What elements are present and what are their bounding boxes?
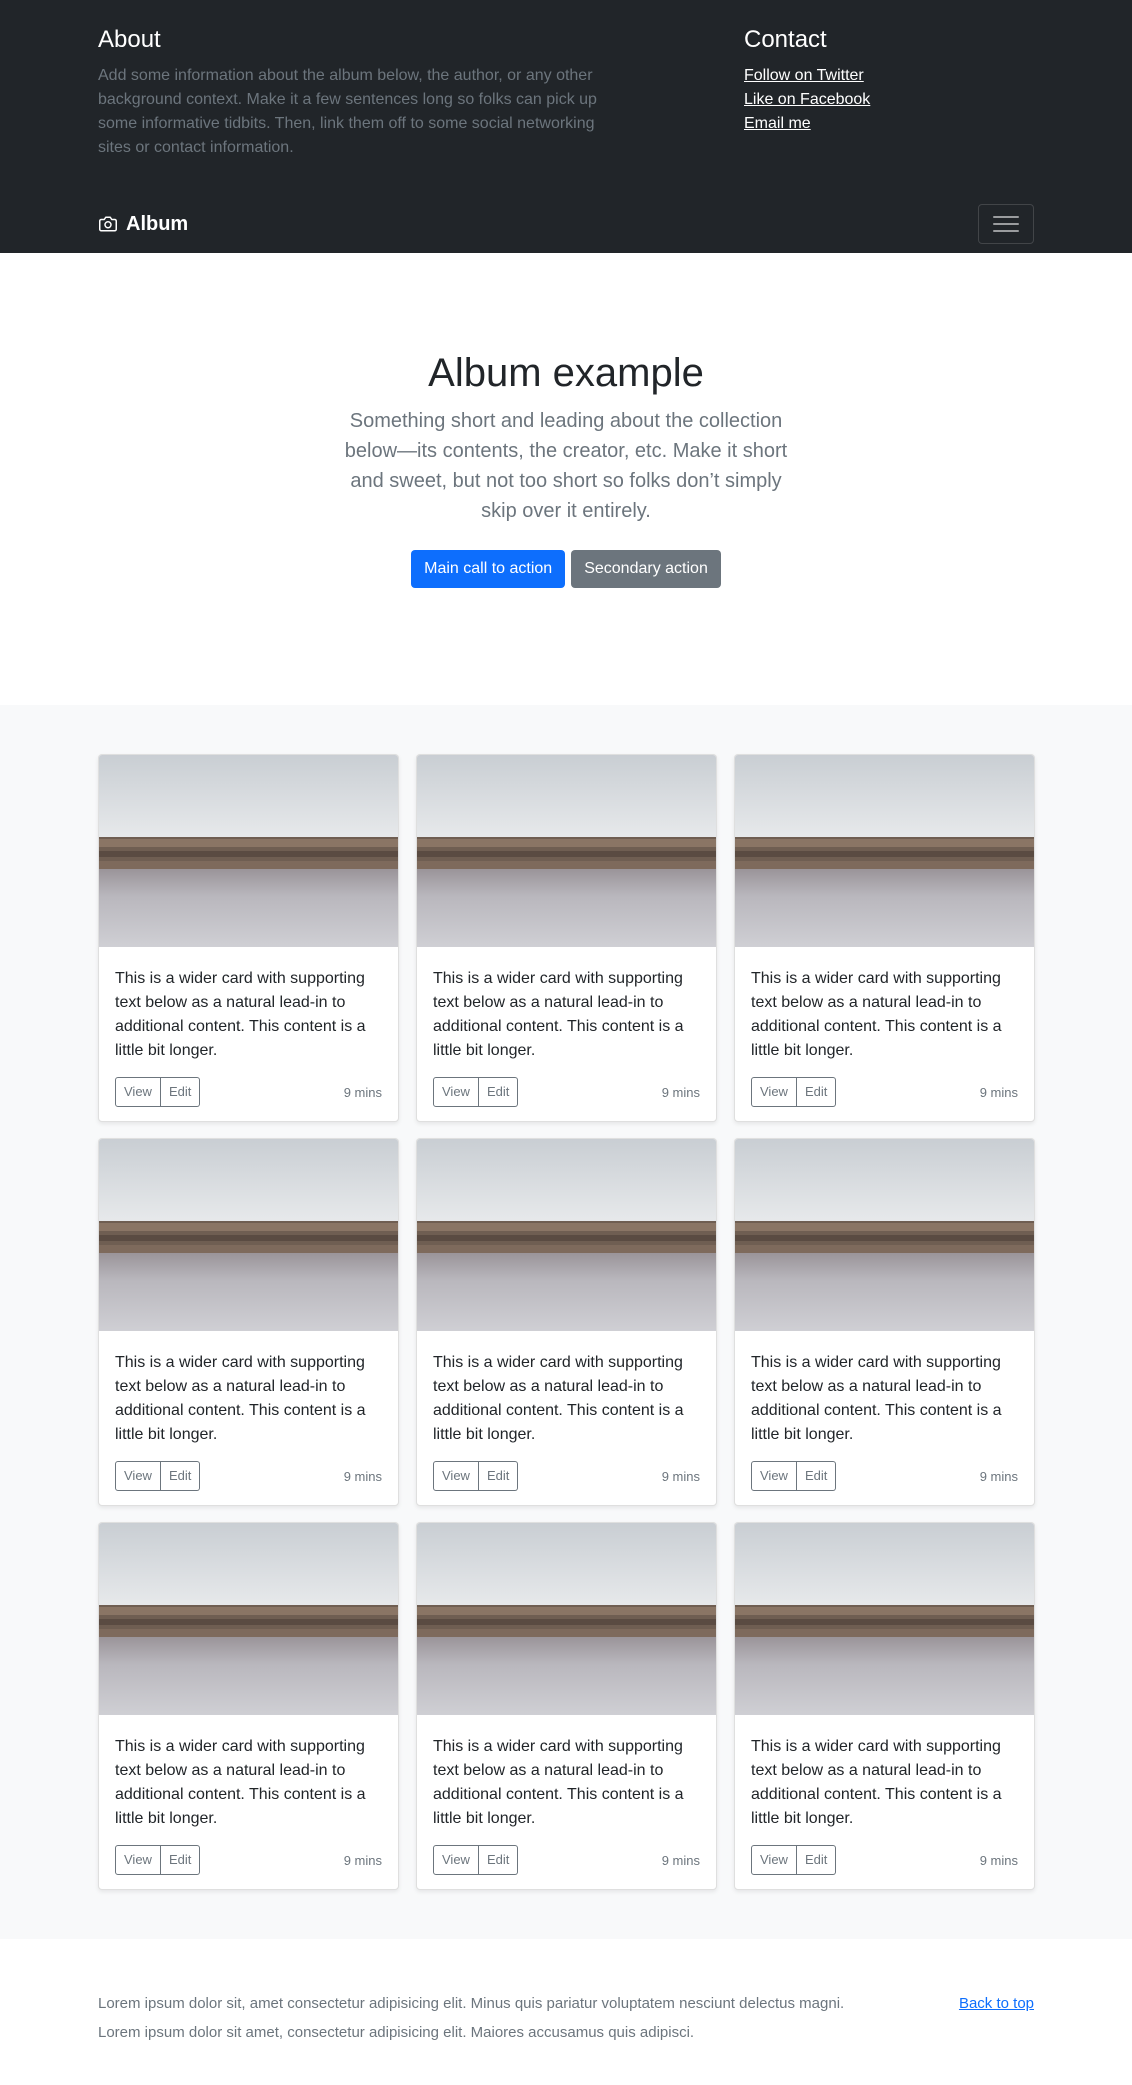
footer-text-1: Lorem ipsum dolor sit, amet consectetur … <box>98 1995 845 2012</box>
card-thumbnail <box>99 755 398 947</box>
card-thumbnail <box>735 1139 1034 1331</box>
edit-button[interactable]: Edit <box>478 1845 519 1875</box>
footer-text: Lorem ipsum dolor sit, amet consectetur … <box>98 1989 844 2047</box>
card-time: 9 mins <box>343 1468 382 1484</box>
card-thumbnail <box>417 755 716 947</box>
view-button[interactable]: View <box>751 1077 797 1107</box>
view-button[interactable]: View <box>115 1077 161 1107</box>
album-card: This is a wider card with supporting tex… <box>734 1522 1035 1890</box>
card-button-group: View Edit <box>115 1845 201 1875</box>
header-panel: About Add some information about the alb… <box>0 0 1132 195</box>
card-button-group: View Edit <box>115 1077 201 1107</box>
camera-icon <box>99 216 117 232</box>
brand-label: Album <box>126 212 189 235</box>
facebook-link[interactable]: Like on Facebook <box>744 91 870 108</box>
card-button-group: View Edit <box>751 1845 837 1875</box>
view-button[interactable]: View <box>433 1461 479 1491</box>
contact-title: Contact <box>744 26 827 53</box>
card-grid: This is a wider card with supporting tex… <box>98 754 1035 1890</box>
card-button-group: View Edit <box>433 1077 519 1107</box>
card-time: 9 mins <box>343 1084 382 1100</box>
navbar-toggler[interactable] <box>978 204 1034 244</box>
contact-links: Follow on Twitter Like on Facebook Email… <box>744 64 870 136</box>
card-time: 9 mins <box>979 1852 1018 1868</box>
edit-button[interactable]: Edit <box>160 1845 201 1875</box>
hero-section: Album example Something short and leadin… <box>0 253 1132 705</box>
album-card: This is a wider card with supporting tex… <box>98 754 399 1122</box>
hamburger-icon <box>993 216 1019 232</box>
about-text: Add some information about the album bel… <box>98 67 597 156</box>
album-card: This is a wider card with supporting tex… <box>98 1138 399 1506</box>
card-time: 9 mins <box>343 1852 382 1868</box>
view-button[interactable]: View <box>751 1845 797 1875</box>
secondary-action-button[interactable]: Secondary action <box>571 550 721 588</box>
card-time: 9 mins <box>979 1084 1018 1100</box>
edit-button[interactable]: Edit <box>796 1461 837 1491</box>
album-card: This is a wider card with supporting tex… <box>98 1522 399 1890</box>
about-section: About Add some information about the alb… <box>98 26 608 160</box>
card-button-group: View Edit <box>433 1845 519 1875</box>
card-thumbnail <box>417 1139 716 1331</box>
edit-button[interactable]: Edit <box>478 1461 519 1491</box>
contact-section: Contact Follow on Twitter Like on Facebo… <box>744 26 870 160</box>
view-button[interactable]: View <box>433 1077 479 1107</box>
edit-button[interactable]: Edit <box>160 1461 201 1491</box>
view-button[interactable]: View <box>433 1845 479 1875</box>
card-time: 9 mins <box>661 1468 700 1484</box>
card-text: This is a wider card with supporting tex… <box>433 1738 684 1827</box>
view-button[interactable]: View <box>751 1461 797 1491</box>
card-thumbnail <box>417 1523 716 1715</box>
card-button-group: View Edit <box>433 1461 519 1491</box>
card-text: This is a wider card with supporting tex… <box>115 970 366 1059</box>
album-card: This is a wider card with supporting tex… <box>734 1138 1035 1506</box>
card-time: 9 mins <box>979 1468 1018 1484</box>
twitter-link[interactable]: Follow on Twitter <box>744 67 864 84</box>
card-button-group: View Edit <box>115 1461 201 1491</box>
album-card: This is a wider card with supporting tex… <box>416 754 717 1122</box>
album-card: This is a wider card with supporting tex… <box>416 1522 717 1890</box>
album-section: This is a wider card with supporting tex… <box>0 705 1132 1939</box>
edit-button[interactable]: Edit <box>160 1077 201 1107</box>
card-thumbnail <box>99 1523 398 1715</box>
about-title: About <box>98 26 161 53</box>
card-thumbnail <box>99 1139 398 1331</box>
edit-button[interactable]: Edit <box>796 1077 837 1107</box>
footer: Lorem ipsum dolor sit, amet consectetur … <box>0 1939 1132 2047</box>
card-time: 9 mins <box>661 1084 700 1100</box>
hero-lead: Something short and leading about the co… <box>344 410 788 522</box>
card-text: This is a wider card with supporting tex… <box>433 970 684 1059</box>
card-thumbnail <box>735 1523 1034 1715</box>
card-text: This is a wider card with supporting tex… <box>115 1738 366 1827</box>
card-text: This is a wider card with supporting tex… <box>751 970 1002 1059</box>
card-text: This is a wider card with supporting tex… <box>751 1354 1002 1443</box>
edit-button[interactable]: Edit <box>796 1845 837 1875</box>
main-cta-button[interactable]: Main call to action <box>411 550 566 588</box>
card-button-group: View Edit <box>751 1077 837 1107</box>
edit-button[interactable]: Edit <box>478 1077 519 1107</box>
view-button[interactable]: View <box>115 1845 161 1875</box>
album-card: This is a wider card with supporting tex… <box>734 754 1035 1122</box>
card-text: This is a wider card with supporting tex… <box>115 1354 366 1443</box>
hero-actions: Main call to action Secondary action <box>0 550 1132 588</box>
card-time: 9 mins <box>661 1852 700 1868</box>
brand-link[interactable]: Album <box>98 213 188 236</box>
footer-text-2: Lorem ipsum dolor sit amet, consectetur … <box>98 2024 695 2041</box>
card-button-group: View Edit <box>751 1461 837 1491</box>
card-text: This is a wider card with supporting tex… <box>751 1738 1002 1827</box>
album-card: This is a wider card with supporting tex… <box>416 1138 717 1506</box>
email-link[interactable]: Email me <box>744 115 811 132</box>
card-text: This is a wider card with supporting tex… <box>433 1354 684 1443</box>
card-thumbnail <box>735 755 1034 947</box>
hero-title: Album example <box>428 351 704 395</box>
view-button[interactable]: View <box>115 1461 161 1491</box>
back-to-top-link[interactable]: Back to top <box>959 1995 1034 2012</box>
navbar: Album <box>0 195 1132 253</box>
